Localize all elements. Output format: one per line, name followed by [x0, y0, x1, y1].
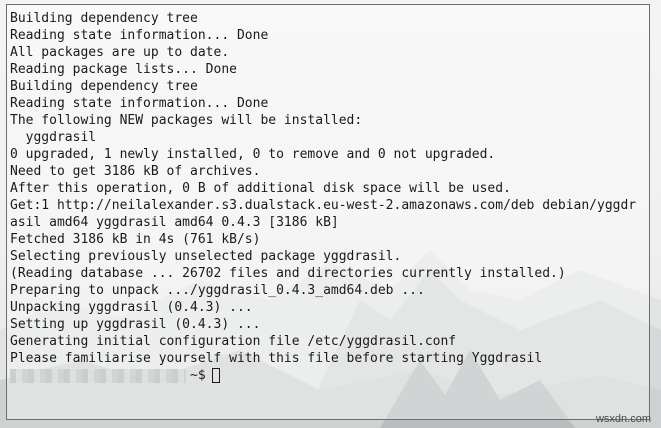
- terminal-line: Preparing to unpack .../yggdrasil_0.4.3_…: [10, 283, 425, 298]
- terminal-line: (Reading database ... 26702 files and di…: [10, 266, 566, 281]
- terminal-line: After this operation, 0 B of additional …: [10, 181, 511, 196]
- terminal-line: Setting up yggdrasil (0.4.3) ...: [10, 317, 261, 332]
- terminal-line: All packages are up to date.: [10, 45, 230, 60]
- terminal-line: Selecting previously unselected package …: [10, 249, 402, 264]
- terminal-line: Generating initial configuration file /e…: [10, 334, 457, 349]
- terminal-line: Reading state information... Done: [10, 96, 269, 111]
- terminal-line: Reading state information... Done: [10, 28, 269, 43]
- terminal-line: Get:1 http://neilalexander.s3.dualstack.…: [10, 198, 637, 213]
- redacted-hostname: [10, 368, 186, 383]
- terminal-line: yggdrasil: [10, 130, 97, 145]
- terminal-line: Please familiarise yourself with this fi…: [10, 351, 543, 366]
- terminal-line: 0 upgraded, 1 newly installed, 0 to remo…: [10, 147, 496, 162]
- terminal-output: Building dependency tree Reading state in…: [10, 10, 645, 384]
- prompt-line[interactable]: ~$: [10, 367, 645, 384]
- prompt-suffix: ~$: [190, 368, 206, 383]
- terminal-line: Building dependency tree: [10, 11, 198, 26]
- terminal-line: Fetched 3186 kB in 4s (761 kB/s): [10, 232, 261, 247]
- terminal-line: Need to get 3186 kB of archives.: [10, 164, 261, 179]
- terminal-line: Building dependency tree: [10, 79, 198, 94]
- terminal-window[interactable]: Building dependency tree Reading state in…: [6, 4, 650, 420]
- watermark: wsxdn.com: [595, 413, 651, 425]
- terminal-line: Unpacking yggdrasil (0.4.3) ...: [10, 300, 253, 315]
- terminal-line: asil amd64 yggdrasil amd64 0.4.3 [3186 k…: [10, 215, 339, 230]
- cursor[interactable]: [211, 368, 220, 383]
- terminal-line: The following NEW packages will be insta…: [10, 113, 363, 128]
- terminal-line: Reading package lists... Done: [10, 62, 237, 77]
